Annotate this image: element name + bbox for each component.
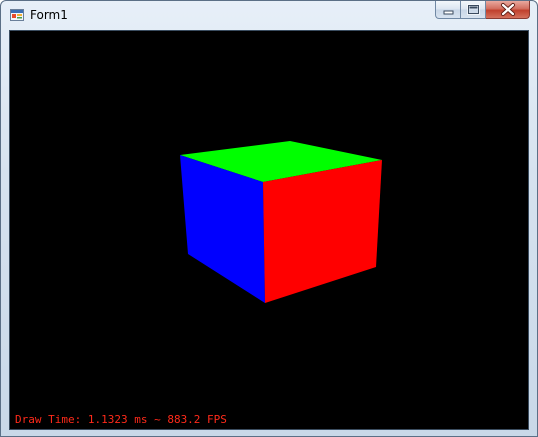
maximize-icon [467, 4, 480, 15]
draw-time-status: Draw Time: 1.1323 ms ~ 883.2 FPS [15, 413, 227, 426]
minimize-icon [443, 10, 454, 15]
minimize-button[interactable] [435, 1, 461, 19]
window-title: Form1 [30, 8, 68, 22]
title-bar[interactable]: Form1 [1, 1, 537, 29]
close-icon [501, 3, 515, 16]
render-viewport[interactable]: Draw Time: 1.1323 ms ~ 883.2 FPS [9, 30, 529, 430]
maximize-button[interactable] [461, 1, 486, 19]
close-button[interactable] [486, 1, 530, 19]
window-controls [435, 1, 530, 21]
cube-right-face [263, 160, 382, 303]
app-window: Form1 Draw Time: 1.1323 ms ~ 883.2 FPS [0, 0, 538, 437]
cube-scene [180, 141, 382, 303]
form-app-icon [10, 9, 24, 21]
